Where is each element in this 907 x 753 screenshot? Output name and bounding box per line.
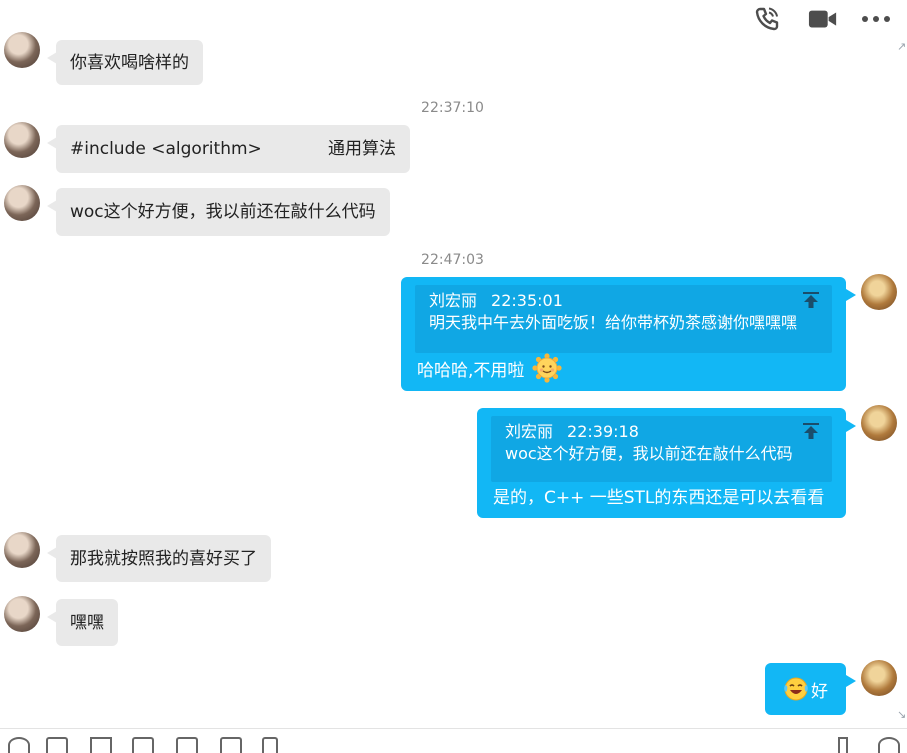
contact-avatar[interactable] xyxy=(4,185,40,221)
message-text: 那我就按照我的喜好买了 xyxy=(70,548,257,569)
quote-sender: 刘宏丽 xyxy=(429,291,478,310)
received-message: woc这个好方便，我以前还在敲什么代码 xyxy=(47,188,390,236)
reply-text: 是的，C++ 一些STL的东西还是可以去看看 xyxy=(493,487,825,508)
message-box-icon[interactable] xyxy=(220,737,242,753)
contact-avatar[interactable] xyxy=(4,32,40,68)
reply-text: 哈哈哈,不用啦 xyxy=(417,360,525,381)
contact-avatar[interactable] xyxy=(4,532,40,568)
message-text: 嘿嘿 xyxy=(70,612,104,633)
mic-icon[interactable] xyxy=(838,737,848,753)
timestamp: 22:47:03 xyxy=(421,252,484,268)
resize-arrow-icon: ↘ xyxy=(897,708,907,721)
quote-text: woc这个好方便，我以前还在敲什么代码 xyxy=(505,444,793,463)
quote-text: 明天我中午去外面吃饭！给你带杯奶茶感谢你嘿嘿嘿 xyxy=(429,313,798,332)
laugh-cry-emoji xyxy=(784,677,808,701)
chat-toolbar: ↗ xyxy=(0,0,907,53)
jump-to-original-icon[interactable] xyxy=(802,422,820,440)
my-avatar[interactable] xyxy=(861,405,897,441)
quote-time: 22:35:01 xyxy=(491,291,563,310)
contact-avatar[interactable] xyxy=(4,122,40,158)
received-message: 你喜欢喝啥样的 xyxy=(47,40,203,85)
input-toolbar xyxy=(0,728,907,753)
sent-reply-message: 刘宏丽 22:35:01 明天我中午去外面吃饭！给你带杯奶茶感谢你嘿嘿嘿 哈哈哈,… xyxy=(401,277,856,391)
sent-reply-message: 刘宏丽 22:39:18 woc这个好方便，我以前还在敲什么代码 是的，C++ 一… xyxy=(477,408,856,518)
image-icon[interactable] xyxy=(90,737,112,753)
message-comment: 通用算法 xyxy=(328,139,396,159)
video-call-icon[interactable] xyxy=(808,6,838,32)
quoted-message[interactable]: 刘宏丽 22:39:18 woc这个好方便，我以前还在敲什么代码 xyxy=(491,416,832,482)
emoji-icon[interactable] xyxy=(8,737,30,753)
received-message: 嘿嘿 xyxy=(47,599,118,646)
message-code: #include <algorithm> xyxy=(70,139,262,159)
phone-icon[interactable] xyxy=(752,6,782,32)
resize-arrow-icon: ↗ xyxy=(897,40,907,53)
quote-time: 22:39:18 xyxy=(567,422,639,441)
sent-message: 好 xyxy=(765,663,856,715)
message-text: 好 xyxy=(811,681,828,702)
file-icon[interactable] xyxy=(132,737,154,753)
contact-avatar[interactable] xyxy=(4,596,40,632)
screenshot-icon[interactable] xyxy=(46,737,68,753)
my-avatar[interactable] xyxy=(861,660,897,696)
message-text: woc这个好方便，我以前还在敲什么代码 xyxy=(70,202,376,222)
sun-emoji xyxy=(532,353,563,383)
more-options-icon[interactable] xyxy=(861,6,891,32)
received-message: #include <algorithm> 通用算法 xyxy=(47,125,410,173)
timestamp: 22:37:10 xyxy=(421,100,484,116)
quote-sender: 刘宏丽 xyxy=(505,422,554,441)
message-text: 你喜欢喝啥样的 xyxy=(70,52,189,73)
doc-icon[interactable] xyxy=(262,737,278,753)
quoted-message[interactable]: 刘宏丽 22:35:01 明天我中午去外面吃饭！给你带杯奶茶感谢你嘿嘿嘿 xyxy=(415,285,832,353)
jump-to-original-icon[interactable] xyxy=(802,291,820,309)
my-avatar[interactable] xyxy=(861,274,897,310)
folder-icon[interactable] xyxy=(176,737,198,753)
history-icon[interactable] xyxy=(878,737,900,753)
received-message: 那我就按照我的喜好买了 xyxy=(47,535,271,582)
